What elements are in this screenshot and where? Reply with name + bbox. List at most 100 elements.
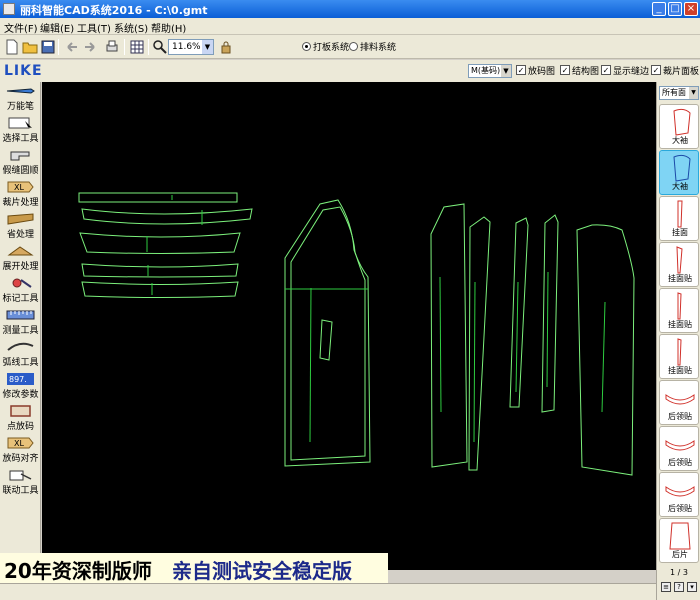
chevron-down-icon: ▼ — [501, 65, 511, 77]
tool-link[interactable]: 联动工具 — [0, 466, 41, 498]
minimize-button[interactable]: _ — [652, 2, 666, 16]
tool-expand[interactable]: 展开处理 — [0, 242, 41, 274]
mode-label-marker: 排料系统 — [360, 43, 397, 53]
toolbar-separator — [148, 39, 149, 55]
piece-filter-value: 所有面 — [662, 88, 686, 97]
banner-text-primary: 20年资深制版师 — [4, 559, 152, 583]
menu-tools[interactable]: 工具(T) — [77, 20, 111, 35]
checkbox-piece-panel[interactable]: ✓ — [651, 65, 661, 75]
piece-thumb-facing[interactable]: 挂面 — [659, 196, 699, 241]
print-icon[interactable] — [104, 39, 120, 55]
toolbar-separator — [124, 39, 125, 55]
curve-icon — [7, 342, 34, 351]
menu-help[interactable]: 帮助(H) — [151, 20, 186, 35]
promo-banner: 20年资深制版师 亲自测试安全稳定版 — [0, 553, 388, 583]
piece-thumb-back-neck[interactable]: 后领贴 — [659, 472, 699, 517]
pattern-piece-icon: XL — [7, 181, 34, 193]
help-icon[interactable]: ? — [674, 582, 684, 592]
tool-parameters[interactable]: 897. 修改参数 — [0, 370, 41, 402]
mode-label-pattern: 打板系统 — [313, 43, 350, 53]
piece-thumb-sleeve[interactable]: 大袖 — [659, 150, 699, 195]
size-select-value: M(基码) — [471, 66, 501, 75]
tool-measure[interactable]: 测量工具 — [0, 306, 41, 338]
dropdown-icon[interactable]: ▾ — [687, 582, 697, 592]
chevron-down-icon: ▼ — [202, 40, 213, 54]
page-indicator: 1 / 3 — [670, 568, 688, 577]
checkbox-structure-label: 结构图 — [572, 67, 600, 77]
tool-mark[interactable]: 标记工具 — [0, 274, 41, 306]
piece-thumb-back[interactable]: 后片 — [659, 518, 699, 563]
checkbox-seam[interactable]: ✓ — [601, 65, 611, 75]
status-bar — [0, 583, 656, 600]
piece-thumb-label: 大袖 — [672, 182, 688, 191]
open-folder-icon[interactable] — [22, 39, 38, 55]
tool-label: 放码对齐 — [2, 454, 39, 464]
tool-label: 点放码 — [6, 422, 34, 432]
menu-edit[interactable]: 编辑(E) — [40, 20, 74, 35]
maximize-button[interactable]: □ — [668, 2, 682, 16]
piece-thumb-label: 大袖 — [672, 136, 688, 145]
tool-point-grading[interactable]: 点放码 — [0, 402, 41, 434]
tool-curve[interactable]: 弧线工具 — [0, 338, 41, 370]
mode-radio-pattern[interactable] — [302, 42, 311, 51]
tool-label: 标记工具 — [2, 294, 39, 304]
tool-label: 省处理 — [6, 230, 34, 240]
redo-icon[interactable] — [82, 39, 98, 55]
piece-panel: 所有面 ▼ 大袖 大袖 挂面 挂面贴 挂面贴 挂面贴 后领贴 后领贴 后领贴 后… — [656, 82, 700, 600]
zoom-select[interactable]: 11.6% ▼ — [168, 39, 214, 55]
piece-filter-select[interactable]: 所有面 ▼ — [659, 86, 699, 100]
pattern-piece[interactable] — [81, 281, 239, 298]
grid-table-icon[interactable] — [129, 39, 145, 55]
tool-piece-process[interactable]: XL 裁片处理 — [0, 178, 41, 210]
brand-logo: LIKE — [4, 63, 43, 79]
mode-radio-marker[interactable] — [349, 42, 358, 51]
pattern-piece[interactable] — [468, 216, 491, 471]
piece-thumb-facing-patch[interactable]: 挂面贴 — [659, 288, 699, 333]
tool-label: 万能笔 — [6, 102, 34, 112]
tool-grading-align[interactable]: XL 放码对齐 — [0, 434, 41, 466]
pattern-piece[interactable] — [81, 263, 239, 278]
pattern-piece[interactable] — [576, 224, 635, 476]
piece-thumb-sleeve[interactable]: 大袖 — [659, 104, 699, 149]
drawing-canvas[interactable] — [42, 82, 656, 570]
main-toolbar: 11.6% ▼ 打板系统 排料系统 — [0, 35, 700, 59]
pattern-piece[interactable] — [78, 192, 238, 203]
pattern-piece[interactable] — [509, 217, 529, 408]
menu-file[interactable]: 文件(F) — [4, 20, 38, 35]
tool-sewing[interactable]: 假缝圆顺 — [0, 146, 41, 178]
checkbox-structure[interactable]: ✓ — [560, 65, 570, 75]
tool-label: 展开处理 — [2, 262, 39, 272]
pattern-piece[interactable] — [541, 214, 559, 413]
pattern-piece-seam — [290, 206, 366, 461]
new-file-icon[interactable] — [4, 39, 20, 55]
pattern-piece[interactable] — [284, 199, 371, 467]
tool-label: 裁片处理 — [2, 198, 39, 208]
size-select[interactable]: M(基码) ▼ — [468, 64, 512, 78]
piece-thumb-facing-patch[interactable]: 挂面贴 — [659, 334, 699, 379]
tool-label: 修改参数 — [2, 390, 39, 400]
piece-thumb-back-neck[interactable]: 后领贴 — [659, 380, 699, 425]
pattern-piece[interactable] — [81, 208, 253, 225]
zoom-icon[interactable] — [152, 39, 168, 55]
close-button[interactable]: × — [684, 2, 698, 16]
tool-dart[interactable]: 省处理 — [0, 210, 41, 242]
svg-text:XL: XL — [14, 183, 24, 192]
lock-icon[interactable] — [218, 39, 234, 55]
chevron-down-icon: ▼ — [689, 87, 698, 99]
checkbox-grading-label: 放码图 — [528, 67, 556, 77]
undo-icon[interactable] — [64, 39, 80, 55]
save-icon[interactable] — [40, 39, 56, 55]
pattern-piece[interactable] — [79, 232, 241, 254]
list-view-icon[interactable]: ≡ — [661, 582, 671, 592]
zoom-value: 11.6% — [172, 42, 201, 52]
piece-thumb-back-neck[interactable]: 后领贴 — [659, 426, 699, 471]
toolbar-separator — [58, 39, 59, 55]
pattern-piece[interactable] — [430, 203, 468, 468]
tool-select[interactable]: 选择工具 — [0, 114, 41, 146]
menu-system[interactable]: 系统(S) — [114, 20, 148, 35]
piece-thumb-facing-patch[interactable]: 挂面贴 — [659, 242, 699, 287]
tool-universal-pen[interactable]: 万能笔 — [0, 82, 41, 114]
piece-thumb-label: 挂面 — [672, 228, 688, 237]
pattern-drawing — [78, 192, 635, 476]
checkbox-grading[interactable]: ✓ — [516, 65, 526, 75]
